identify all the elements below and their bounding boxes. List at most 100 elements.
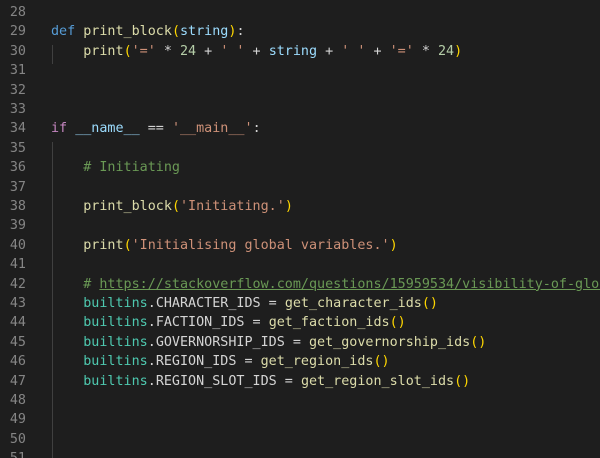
code-editor[interactable]: 28 29 def print_block(string): 30 print('='… <box>0 0 600 458</box>
code-token: + <box>365 43 390 59</box>
line-number: 31 <box>9 63 26 79</box>
code-token: builtins <box>83 315 148 331</box>
code-line[interactable]: 40 print('Initialising global variables.… <box>0 236 600 255</box>
code-token: REGION_SLOT_IDS = <box>155 373 301 389</box>
code-line[interactable]: 44 builtins.FACTION_IDS = get_faction_id… <box>0 313 600 332</box>
code-token: () <box>373 354 390 370</box>
line-code: print('=' * 24 + ' ' + string + ' ' + '=… <box>51 42 462 61</box>
line-number: 51 <box>0 449 26 458</box>
code-token: ) <box>389 237 398 253</box>
code-token: string <box>180 24 229 40</box>
code-line[interactable]: 35 <box>0 139 600 158</box>
code-line[interactable]: 28 <box>0 3 600 22</box>
code-token: builtins <box>83 373 148 389</box>
code-token: '__main__' <box>171 121 253 137</box>
code-token: ) <box>284 199 293 214</box>
code-line[interactable]: 30 print('=' * 24 + ' ' + string + ' ' +… <box>0 42 600 61</box>
line-number: 48 <box>9 393 26 408</box>
code-token: () <box>421 296 438 311</box>
code-token: () <box>470 334 487 350</box>
code-token: ( <box>123 43 132 59</box>
code-line[interactable]: 29 def print_block(string): <box>0 22 600 41</box>
code-line[interactable]: 42 # https://stackoverflow.com/questions… <box>0 275 600 294</box>
line-number: 46 <box>9 354 26 370</box>
line-number: 45 <box>9 334 26 350</box>
code-token: get_governorship_ids <box>309 334 471 350</box>
code-token: get_region_slot_ids <box>300 373 455 389</box>
code-token: ) <box>454 43 463 59</box>
code-line[interactable]: 43 builtins.CHARACTER_IDS = get_characte… <box>0 294 600 313</box>
line-number: 32 <box>9 82 26 98</box>
code-line[interactable]: 36 # Initiating <box>0 158 600 177</box>
code-line[interactable]: 45 builtins.GOVERNORSHIP_IDS = get_gover… <box>0 333 600 352</box>
comment-link[interactable]: https://stackoverflow.com/questions/1595… <box>99 277 600 292</box>
code-line[interactable]: 38 print_block('Initiating.') <box>0 197 600 216</box>
code-token: . <box>147 373 156 389</box>
line-number: 41 <box>9 257 26 273</box>
code-line[interactable]: 48 <box>0 391 600 410</box>
line-number: 33 <box>9 102 26 117</box>
line-number: 49 <box>9 412 26 428</box>
code-token: : <box>236 24 245 40</box>
code-token: . <box>147 334 156 350</box>
code-line[interactable]: 50 <box>0 430 600 449</box>
code-token: builtins <box>83 334 148 350</box>
code-token: '=' <box>389 43 414 59</box>
code-line[interactable]: 39 <box>0 216 600 235</box>
line-number: 43 <box>9 296 26 311</box>
code-token: ( <box>123 237 132 253</box>
code-token: builtins <box>83 354 148 370</box>
code-line[interactable]: 46 builtins.REGION_IDS = get_region_ids(… <box>0 352 600 371</box>
code-token: if <box>51 121 76 137</box>
code-token: ( <box>171 199 180 214</box>
code-token: string <box>268 43 318 59</box>
line-number: 42 <box>9 276 26 292</box>
code-token: * <box>413 43 438 59</box>
code-token: FACTION_IDS = <box>155 315 269 331</box>
code-line[interactable]: 37 <box>0 178 600 197</box>
code-token: get_faction_ids <box>268 315 390 331</box>
line-code: builtins.CHARACTER_IDS = get_character_i… <box>51 294 438 313</box>
code-token: '=' <box>131 43 156 59</box>
code-token: * <box>155 43 180 59</box>
code-token: ( <box>171 24 180 40</box>
code-token: 24 <box>180 43 197 59</box>
line-number: 38 <box>9 199 26 214</box>
code-line[interactable]: 51 <box>0 449 600 458</box>
code-line[interactable]: 33 <box>0 100 600 119</box>
code-token: ' ' <box>220 43 245 59</box>
line-code: builtins.REGION_SLOT_IDS = get_region_sl… <box>51 372 470 391</box>
code-line[interactable]: 49 <box>0 410 600 429</box>
line-number: 29 <box>9 24 26 40</box>
code-token: get_region_ids <box>260 354 374 370</box>
code-token: : <box>252 121 261 137</box>
line-code: def print_block(string): <box>51 22 245 41</box>
line-number: 47 <box>9 373 26 389</box>
code-line[interactable]: 31 <box>0 61 600 80</box>
line-number: 40 <box>9 237 26 253</box>
line-code: # https://stackoverflow.com/questions/15… <box>51 275 600 294</box>
code-token: print <box>83 237 124 253</box>
line-code: print('Initialising global variables.') <box>51 236 398 255</box>
code-token: print <box>83 43 124 59</box>
line-number: 44 <box>9 315 26 331</box>
code-line[interactable]: 34 if __name__ == '__main__': <box>0 119 600 138</box>
line-number: 30 <box>9 43 26 59</box>
code-token: REGION_IDS = <box>155 354 261 370</box>
line-number: 37 <box>9 179 26 195</box>
code-token: get_character_ids <box>284 296 422 311</box>
code-line[interactable]: 41 <box>0 255 600 274</box>
code-line[interactable]: 47 builtins.REGION_SLOT_IDS = get_region… <box>0 372 600 391</box>
code-token: 'Initiating.' <box>180 199 285 214</box>
code-token: () <box>454 373 471 389</box>
code-line[interactable]: 32 <box>0 81 600 100</box>
code-token: . <box>147 315 156 331</box>
code-token: print_block <box>83 199 172 214</box>
